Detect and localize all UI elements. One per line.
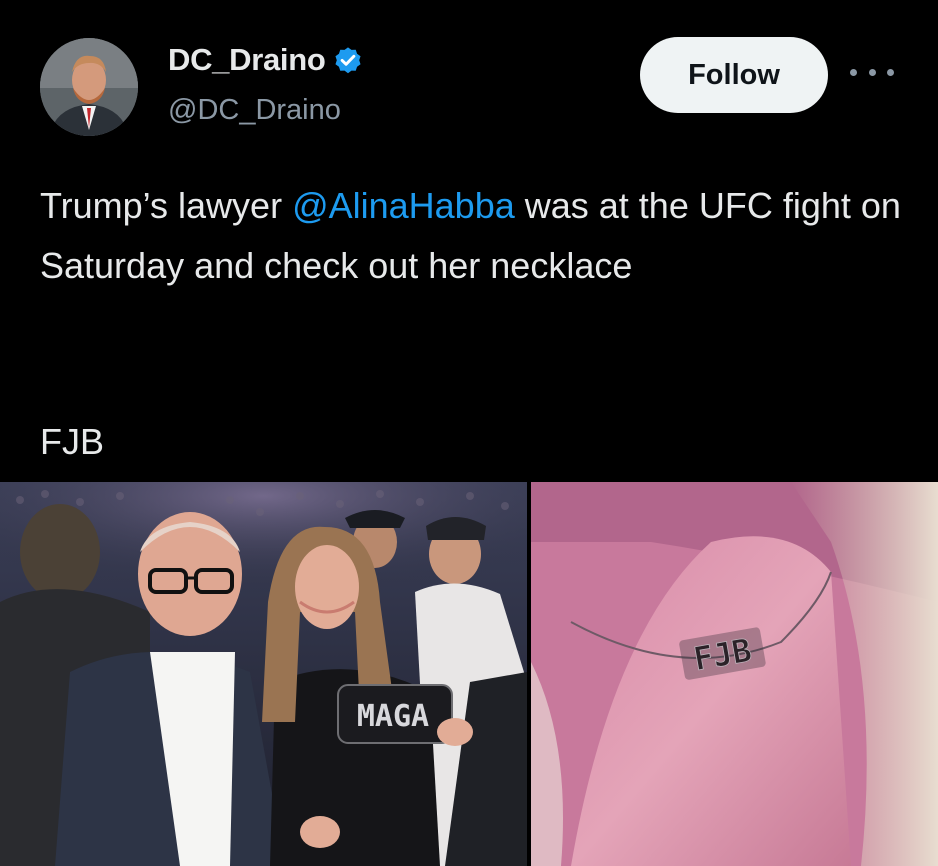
photo-arena[interactable]: MAGA	[0, 482, 527, 866]
necklace-photo-image: FJB	[531, 482, 938, 866]
avatar-photo-icon	[40, 38, 138, 136]
dot	[887, 68, 894, 76]
mention-link[interactable]: @AlinaHabba	[292, 185, 515, 226]
author-avatar[interactable]	[40, 38, 138, 136]
clutch-text: MAGA	[357, 699, 429, 734]
verified-badge-icon[interactable]	[332, 44, 364, 76]
more-options-icon[interactable]	[850, 64, 894, 80]
dot	[868, 68, 876, 76]
name-row: DC_Draino	[168, 42, 364, 78]
tweet-sign-off: FJB	[40, 421, 105, 462]
tweet-header: DC_Draino @DC_Draino Follow	[0, 0, 938, 150]
arena-photo-image: MAGA	[0, 482, 527, 866]
author-handle[interactable]: @DC_Draino	[168, 94, 341, 127]
tweet-text: Trump’s lawyer @AlinaHabba was at the UF…	[40, 176, 910, 296]
follow-button[interactable]: Follow	[640, 37, 828, 113]
author-display-name[interactable]: DC_Draino	[168, 42, 326, 78]
dot	[850, 68, 857, 76]
tweet-text-before: Trump’s lawyer	[40, 185, 293, 226]
media-grid: MAGA FJB	[0, 482, 938, 866]
photo-necklace-closeup[interactable]: FJB	[531, 482, 938, 866]
